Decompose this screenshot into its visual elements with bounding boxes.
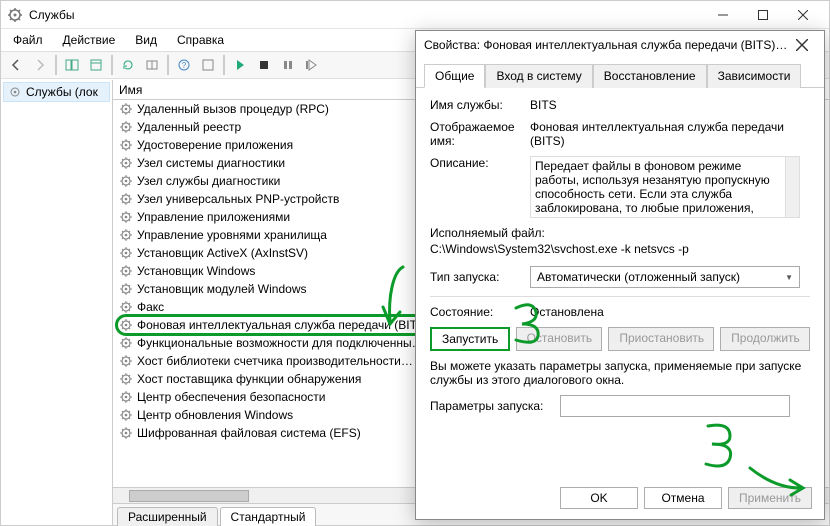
service-name: Установщик ActiveX (AxInstSV) (137, 246, 308, 260)
dialog-close-button[interactable] (788, 31, 816, 59)
label-exe-file: Исполняемый файл: (430, 226, 810, 240)
menu-action[interactable]: Действие (55, 31, 124, 49)
properties-button[interactable] (85, 54, 107, 76)
service-properties-dialog: Свойства: Фоновая интеллектуальная служб… (415, 30, 825, 520)
toolbar-separator (223, 55, 225, 75)
startup-type-select[interactable]: Автоматически (отложенный запуск) ▼ (530, 266, 800, 288)
service-name: Фоновая интеллектуальная служба передачи… (137, 318, 429, 332)
label-service-name: Имя службы: (430, 98, 530, 112)
dialog-title: Свойства: Фоновая интеллектуальная служб… (424, 38, 788, 52)
dialog-body: Имя службы: BITS Отображаемое имя: Фонов… (416, 88, 824, 435)
service-name: Хост поставщика функции обнаружения (137, 372, 361, 386)
dialog-footer: OK Отмена Применить (560, 487, 812, 509)
menu-file[interactable]: Файл (5, 31, 51, 49)
help-button[interactable]: ? (173, 54, 195, 76)
separator (430, 296, 810, 297)
service-name: Функциональные возможности для подключен… (137, 336, 424, 350)
value-exe-file: C:\Windows\System32\svchost.exe -k netsv… (430, 242, 810, 256)
tab-extended[interactable]: Расширенный (117, 507, 218, 526)
service-name: Центр обеспечения безопасности (137, 390, 326, 404)
refresh-button[interactable] (117, 54, 139, 76)
service-name: Узел системы диагностики (137, 156, 285, 170)
service-control-buttons: Запустить Остановить Приостановить Продо… (430, 327, 810, 351)
tab-general[interactable]: Общие (424, 64, 485, 88)
pause-button: Приостановить (608, 327, 714, 351)
restart-service-button[interactable] (301, 54, 323, 76)
value-state: Остановлена (530, 305, 810, 319)
svg-text:?: ? (182, 61, 187, 70)
startup-type-value: Автоматически (отложенный запуск) (537, 270, 740, 284)
value-display-name: Фоновая интеллектуальная служба передачи… (530, 120, 810, 148)
label-start-params: Параметры запуска: (430, 399, 560, 413)
forward-button[interactable] (29, 54, 51, 76)
service-name: Удаленный вызов процедур (RPC) (137, 102, 329, 116)
tab-recovery[interactable]: Восстановление (593, 64, 707, 88)
service-name: Центр обновления Windows (137, 408, 293, 422)
tree-pane: Службы (лок (1, 80, 113, 525)
menu-help[interactable]: Справка (169, 31, 232, 49)
export-button[interactable] (141, 54, 163, 76)
apply-button[interactable]: Применить (728, 487, 812, 509)
stop-service-button[interactable] (253, 54, 275, 76)
toolbar-separator (111, 55, 113, 75)
maximize-button[interactable] (743, 3, 783, 27)
tree-node-services[interactable]: Службы (лок (3, 82, 110, 102)
description-scrollbar[interactable] (785, 157, 799, 217)
description-textbox[interactable]: Передает файлы в фоновом режиме работы, … (530, 156, 800, 218)
toolbar-button[interactable] (197, 54, 219, 76)
dialog-titlebar: Свойства: Фоновая интеллектуальная служб… (416, 31, 824, 59)
service-name: Удостоверение приложения (137, 138, 293, 152)
stop-button: Остановить (516, 327, 603, 351)
service-name: Установщик модулей Windows (137, 282, 306, 296)
back-button[interactable] (5, 54, 27, 76)
resume-button: Продолжить (720, 327, 810, 351)
close-button[interactable] (783, 3, 823, 27)
value-service-name: BITS (530, 98, 810, 112)
service-name: Управление уровнями хранилища (137, 228, 327, 242)
titlebar: Службы (1, 1, 829, 29)
services-app-icon (7, 7, 23, 23)
service-name: Удаленный реестр (137, 120, 241, 134)
label-description: Описание: (430, 156, 530, 170)
menu-view[interactable]: Вид (127, 31, 165, 49)
pause-service-button[interactable] (277, 54, 299, 76)
service-name: Факс (137, 300, 164, 314)
toolbar-separator (167, 55, 169, 75)
toolbar-separator (55, 55, 57, 75)
cancel-button[interactable]: Отмена (644, 487, 722, 509)
start-params-input[interactable] (560, 395, 790, 417)
service-name: Хост библиотеки счетчика производительно… (137, 354, 413, 368)
service-name: Шифрованная файловая система (EFS) (137, 426, 361, 440)
service-name: Управление приложениями (137, 210, 290, 224)
service-name: Узел универсальных PNP-устройств (137, 192, 339, 206)
label-startup-type: Тип запуска: (430, 270, 530, 284)
start-button[interactable]: Запустить (430, 327, 510, 351)
tab-standard[interactable]: Стандартный (220, 507, 317, 526)
chevron-down-icon: ▼ (785, 273, 793, 282)
services-icon (8, 85, 22, 99)
start-params-hint: Вы можете указать параметры запуска, при… (430, 359, 810, 387)
scrollbar-thumb[interactable] (129, 490, 249, 502)
ok-button[interactable]: OK (560, 487, 638, 509)
minimize-button[interactable] (703, 3, 743, 27)
label-display-name: Отображаемое имя: (430, 120, 530, 148)
tab-dependencies[interactable]: Зависимости (707, 64, 802, 88)
label-state: Состояние: (430, 305, 530, 319)
dialog-tabs: Общие Вход в систему Восстановление Зави… (416, 59, 824, 88)
tree-node-label: Службы (лок (26, 85, 98, 99)
window-title: Службы (29, 8, 703, 22)
service-name: Узел службы диагностики (137, 174, 280, 188)
tab-logon[interactable]: Вход в систему (485, 64, 592, 88)
show-hide-tree-button[interactable] (61, 54, 83, 76)
service-name: Установщик Windows (137, 264, 255, 278)
start-service-button[interactable] (229, 54, 251, 76)
